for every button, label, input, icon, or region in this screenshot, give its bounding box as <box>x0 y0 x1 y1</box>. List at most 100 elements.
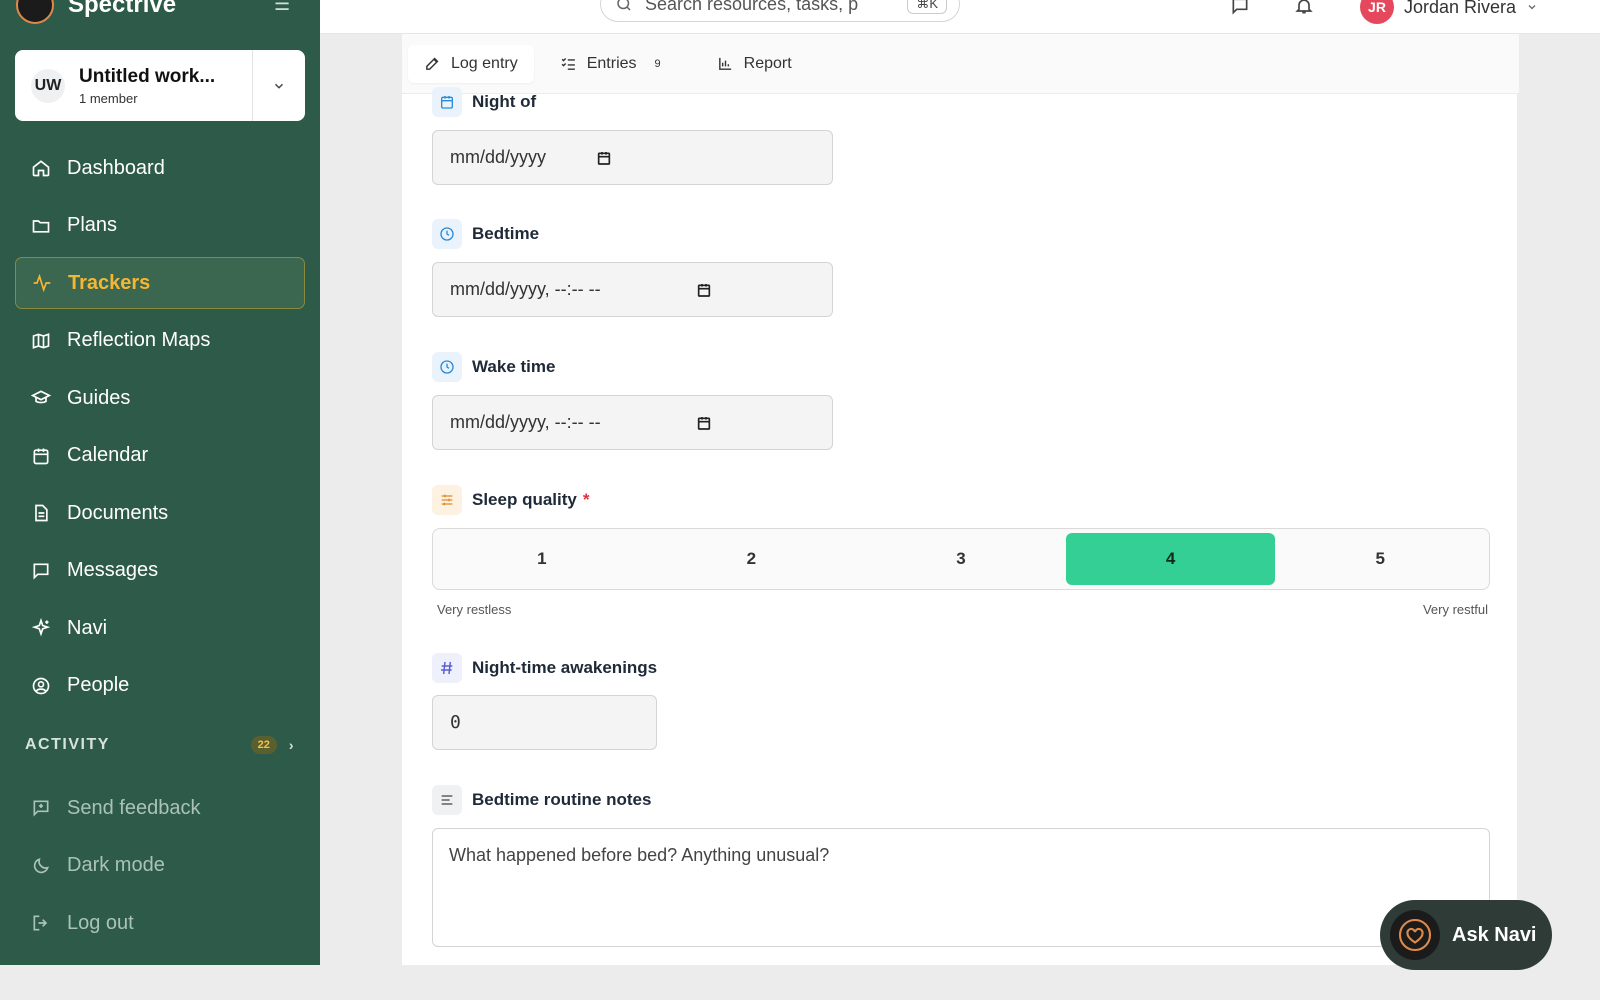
sidebar-item-label: Reflection Maps <box>67 329 211 351</box>
notes-textarea[interactable]: What happened before bed? Anything unusu… <box>432 828 1490 947</box>
wake-time-label: Wake time <box>432 352 555 382</box>
sidebar-item-plans[interactable]: Plans <box>15 200 305 252</box>
map-icon <box>31 331 51 351</box>
document-icon <box>31 503 51 523</box>
workspace-name: Untitled work... <box>79 65 216 87</box>
messages-icon[interactable] <box>1228 0 1252 16</box>
collapse-sidebar-icon[interactable]: ☰ <box>274 0 290 15</box>
bedtime-datetime-input[interactable]: mm/dd/yyyy, --:-- -- <box>432 262 833 317</box>
text-align-icon <box>432 785 462 815</box>
field-label-text: Bedtime routine notes <box>472 790 652 809</box>
workspace-switcher[interactable]: UW Untitled work... 1 member <box>15 50 305 121</box>
hash-icon <box>432 653 462 683</box>
rating-option-4[interactable]: 4 <box>1065 533 1276 585</box>
rating-option-3[interactable]: 3 <box>856 533 1066 585</box>
calendar-picker-icon[interactable] <box>596 150 612 166</box>
search-icon <box>617 0 631 11</box>
tracker-panel: Log entry Entries 9 Report Night of mm/d… <box>401 34 1519 965</box>
bar-chart-icon <box>718 57 731 70</box>
scale-min-hint: Very restless <box>437 602 512 617</box>
user-circle-icon <box>31 676 51 696</box>
sidebar-item-guides[interactable]: Guides <box>15 372 305 424</box>
chevron-down-icon[interactable] <box>253 79 305 93</box>
list-check-icon <box>561 58 575 70</box>
sparkles-icon <box>31 618 51 638</box>
ask-navi-button[interactable]: Ask Navi <box>1380 900 1552 970</box>
sidebar-item-navi[interactable]: Navi <box>15 602 305 654</box>
calendar-picker-icon[interactable] <box>696 415 712 431</box>
awakenings-label: Night-time awakenings <box>432 653 657 683</box>
log-out-button[interactable]: Log out <box>15 897 305 949</box>
chevron-down-icon <box>1528 5 1536 10</box>
sidebar-item-label: Guides <box>67 386 131 409</box>
rating-option-5[interactable]: 5 <box>1275 533 1485 585</box>
footer-item-label: Dark mode <box>67 854 165 876</box>
workspace-members: 1 member <box>79 90 138 106</box>
workspace-avatar: UW <box>31 68 65 103</box>
sidebar-item-documents[interactable]: Documents <box>15 487 305 539</box>
wake-time-datetime-input[interactable]: mm/dd/yyyy, --:-- -- <box>432 395 833 450</box>
activity-icon <box>32 273 52 293</box>
graduation-cap-icon <box>31 388 51 408</box>
avatar: JR <box>1360 0 1394 24</box>
sidebar-item-label: Documents <box>67 501 169 524</box>
sidebar-item-label: Dashboard <box>67 156 165 179</box>
required-mark: * <box>582 490 590 509</box>
top-bar: Search resources, tasks, p ⌘K JR Jordan … <box>320 0 1600 34</box>
user-name: Jordan Rivera <box>1404 0 1517 17</box>
dark-mode-toggle[interactable]: Dark mode <box>15 840 305 892</box>
sidebar-item-label: People <box>67 674 130 696</box>
calendar-icon <box>432 87 462 117</box>
brand[interactable]: Spectrive <box>16 0 176 24</box>
clock-icon <box>432 352 462 382</box>
field-label-text: Night of <box>472 92 537 111</box>
sidebar-item-label: Calendar <box>67 444 149 466</box>
tab-log-entry[interactable]: Log entry <box>408 44 534 83</box>
tab-bar: Log entry Entries 9 Report <box>402 34 1519 94</box>
sidebar-item-calendar[interactable]: Calendar <box>15 430 305 482</box>
tab-label: Log entry <box>451 54 518 72</box>
activity-count-badge: 22 <box>250 736 277 754</box>
sidebar: Spectrive ☰ UW Untitled work... 1 member… <box>0 0 320 965</box>
tab-entries[interactable]: Entries 9 <box>544 45 677 83</box>
feedback-icon <box>31 798 51 818</box>
sleep-quality-scale: 1 2 3 4 5 <box>432 528 1490 590</box>
brand-name: Spectrive <box>68 0 177 18</box>
pencil-icon <box>426 57 439 70</box>
field-label-text: Wake time <box>472 357 556 376</box>
sidebar-item-trackers[interactable]: Trackers <box>15 257 305 309</box>
sidebar-item-label: Navi <box>67 616 108 639</box>
awakenings-number-input[interactable]: 0 <box>432 695 657 750</box>
sidebar-item-reflection-maps[interactable]: Reflection Maps <box>15 315 305 367</box>
folder-icon <box>31 216 51 236</box>
footer-item-label: Send feedback <box>67 796 201 819</box>
sidebar-item-label: Messages <box>67 559 159 581</box>
calendar-icon <box>31 446 51 466</box>
rating-option-1[interactable]: 1 <box>437 533 647 585</box>
send-feedback-button[interactable]: Send feedback <box>15 782 305 834</box>
scale-max-hint: Very restful <box>1422 602 1488 617</box>
ask-navi-label: Ask Navi <box>1452 923 1537 946</box>
tab-report[interactable]: Report <box>701 45 808 83</box>
rating-option-2[interactable]: 2 <box>647 533 857 585</box>
datetime-placeholder: mm/dd/yyyy, --:-- -- <box>450 279 601 299</box>
sidebar-item-dashboard[interactable]: Dashboard <box>15 142 305 194</box>
user-menu[interactable]: JR Jordan Rivera <box>1360 0 1538 24</box>
tab-label: Entries <box>586 54 637 72</box>
search-input[interactable]: Search resources, tasks, p ⌘K <box>600 0 960 22</box>
activity-section-toggle[interactable]: ACTIVITY 22 › <box>25 736 295 754</box>
home-icon <box>31 158 51 178</box>
moon-icon <box>31 856 51 876</box>
sidebar-item-label: Trackers <box>68 271 151 294</box>
datetime-placeholder: mm/dd/yyyy, --:-- -- <box>450 412 601 432</box>
night-of-date-input[interactable]: mm/dd/yyyy <box>432 130 833 185</box>
calendar-picker-icon[interactable] <box>696 282 712 298</box>
sidebar-item-messages[interactable]: Messages <box>15 545 305 597</box>
activity-label: ACTIVITY <box>25 736 110 753</box>
bell-icon[interactable] <box>1292 0 1316 16</box>
sliders-icon <box>432 485 462 515</box>
notes-label: Bedtime routine notes <box>432 785 651 815</box>
sidebar-item-people[interactable]: People <box>15 660 305 712</box>
message-icon <box>31 561 51 581</box>
logout-icon <box>31 913 51 933</box>
